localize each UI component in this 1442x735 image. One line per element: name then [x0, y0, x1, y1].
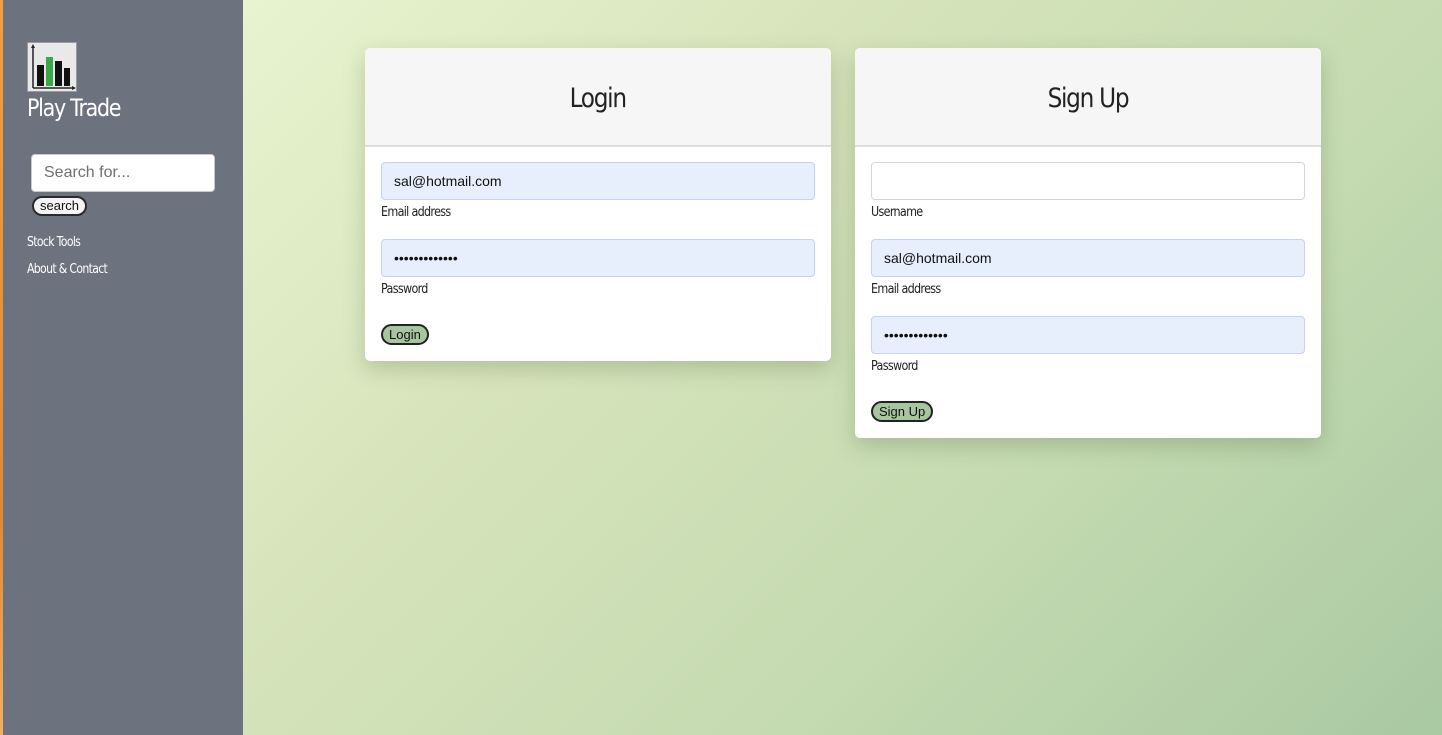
signup-email-label: Email address	[871, 282, 941, 297]
login-email-input[interactable]	[381, 162, 815, 200]
signup-email-group: Email address	[871, 239, 1305, 297]
login-title: Login	[569, 82, 627, 114]
bar-chart-icon[interactable]	[27, 42, 77, 92]
signup-email-input[interactable]	[871, 239, 1305, 277]
signup-title: Sign Up	[1047, 82, 1130, 114]
login-card-header: Login	[365, 48, 831, 147]
signup-button[interactable]: Sign Up	[871, 401, 934, 422]
login-email-label: Email address	[381, 205, 451, 220]
signup-username-group: Username	[871, 162, 1305, 220]
nav-link-stock-tools[interactable]: Stock Tools	[27, 235, 81, 250]
login-card: Login Email address Password Login	[365, 48, 831, 361]
signup-card-header: Sign Up	[855, 48, 1321, 147]
login-password-input[interactable]	[381, 239, 815, 277]
search-input[interactable]	[31, 154, 215, 192]
sidebar: Play Trade search Stock Tools About & Co…	[3, 0, 243, 735]
login-button[interactable]: Login	[381, 324, 429, 345]
search-button[interactable]: search	[32, 196, 88, 216]
login-password-label: Password	[381, 282, 428, 297]
login-email-group: Email address	[381, 162, 815, 220]
login-password-group: Password	[381, 239, 815, 297]
nav-link-about-contact[interactable]: About & Contact	[27, 262, 108, 277]
signup-username-label: Username	[871, 205, 923, 220]
signup-card: Sign Up Username Email address Password …	[855, 48, 1321, 438]
signup-form: Username Email address Password Sign Up	[855, 147, 1321, 438]
signup-password-label: Password	[871, 359, 918, 374]
brand-name: Play Trade	[27, 94, 122, 122]
signup-username-input[interactable]	[871, 162, 1305, 200]
signup-password-input[interactable]	[871, 316, 1305, 354]
signup-password-group: Password	[871, 316, 1305, 374]
login-form: Email address Password Login	[365, 147, 831, 361]
